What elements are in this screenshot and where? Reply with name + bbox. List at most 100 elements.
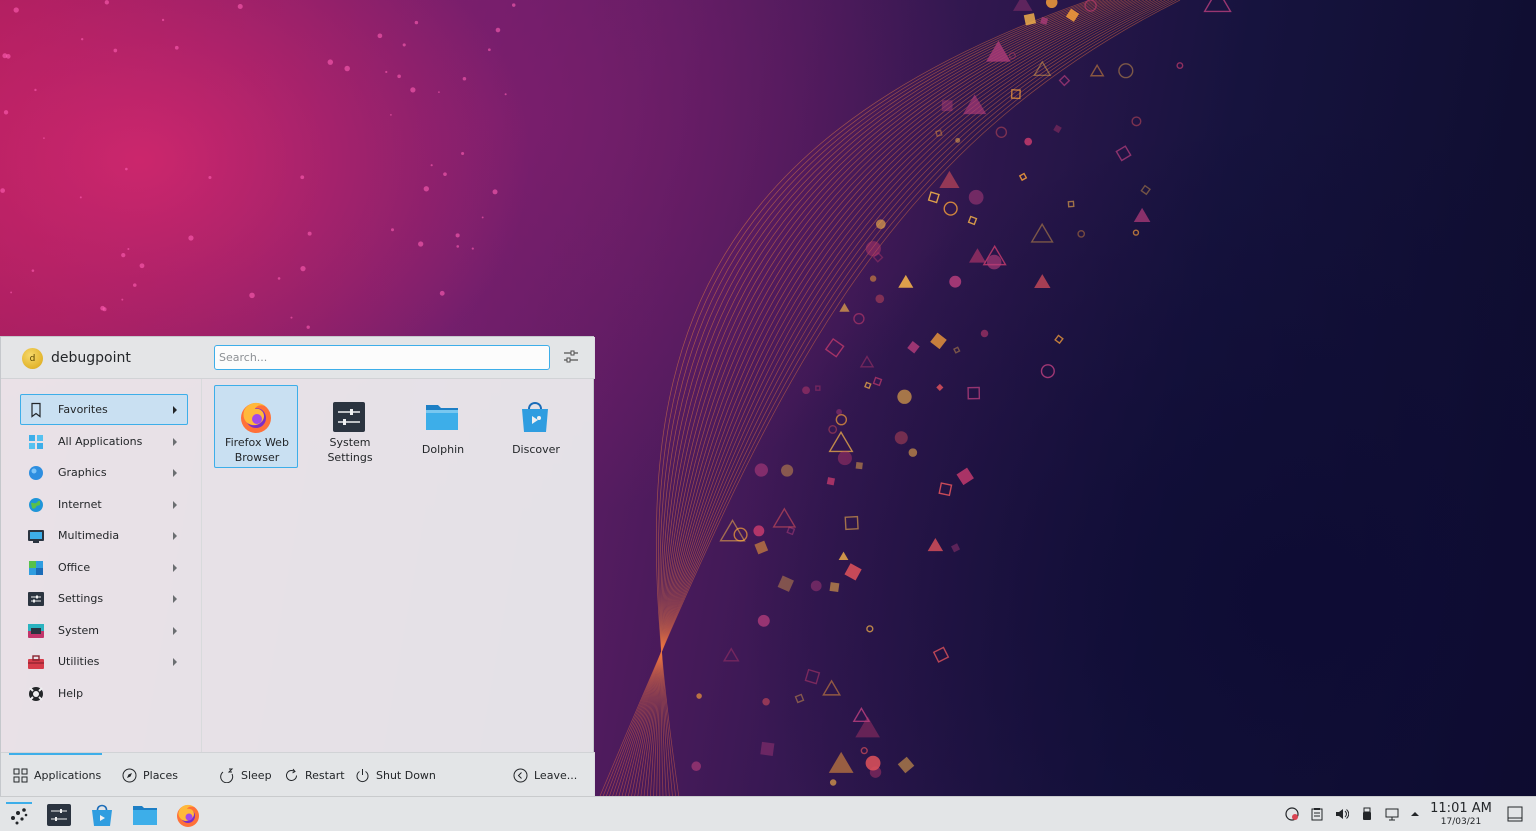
ribbon-shape <box>969 248 986 263</box>
shutdown-button[interactable]: Shut Down <box>355 767 436 784</box>
ribbon-shape <box>938 482 953 497</box>
expand-arrow-icon[interactable] <box>1408 807 1422 821</box>
office-icon <box>29 561 43 575</box>
category-internet[interactable]: Internet <box>20 489 188 520</box>
volume-icon[interactable] <box>1335 807 1349 821</box>
ribbon-line <box>656 0 1116 796</box>
category-label: Graphics <box>58 466 107 479</box>
ribbon-shape <box>936 383 944 391</box>
ribbon-shape <box>927 538 944 552</box>
system-icon <box>28 624 44 638</box>
category-settings[interactable]: Settings <box>20 583 188 614</box>
network-icon[interactable] <box>1385 807 1399 821</box>
restart-button[interactable]: Restart <box>284 767 345 784</box>
sparkle <box>306 325 310 329</box>
ribbon-shape <box>967 215 978 226</box>
ribbon-shape <box>866 625 874 633</box>
ribbon-shape <box>696 693 702 699</box>
category-all-applications[interactable]: All Applications <box>20 426 188 457</box>
category-label: All Applications <box>58 435 143 448</box>
launcher-button[interactable] <box>6 802 32 828</box>
category-graphics[interactable]: Graphics <box>20 457 188 488</box>
taskbar-dolphin[interactable] <box>132 802 158 828</box>
ribbon-shape <box>864 381 872 390</box>
configure-button[interactable] <box>562 348 580 366</box>
taskbar-firefox[interactable] <box>175 802 201 828</box>
avatar[interactable]: d <box>22 348 43 369</box>
ribbon-shape <box>1045 0 1058 9</box>
category-multimedia[interactable]: Multimedia <box>20 520 188 551</box>
ribbon-shape <box>1030 222 1054 243</box>
ribbon-shape <box>968 189 984 205</box>
tab-applications[interactable]: Applications <box>13 767 101 784</box>
ribbon-shape <box>844 563 862 581</box>
ribbon-line <box>624 0 1152 796</box>
discover-icon <box>522 402 548 432</box>
ribbon-line <box>605 0 1173 796</box>
sparkle <box>462 77 467 81</box>
ribbon-shape <box>930 332 947 350</box>
chevron-right-icon <box>173 469 177 477</box>
sparkle <box>174 45 179 50</box>
app-firefox[interactable]: Firefox Web Browser <box>214 385 298 468</box>
category-office[interactable]: Office <box>20 552 188 583</box>
ribbon-shape <box>804 668 821 685</box>
ribbon-shape <box>757 614 770 627</box>
chevron-right-icon <box>173 627 177 635</box>
clock-date[interactable]: 17/03/21 <box>1430 817 1492 827</box>
bookmark-icon <box>31 402 41 418</box>
ribbon-shape <box>839 302 850 312</box>
sparkle <box>512 3 516 7</box>
category-utilities[interactable]: Utilities <box>20 646 188 677</box>
update-icon[interactable] <box>1285 807 1299 821</box>
taskbar-system-settings[interactable] <box>46 802 72 828</box>
sleep-button[interactable]: Sleep <box>220 767 272 784</box>
chevron-right-icon <box>173 658 177 666</box>
ribbon-shape <box>829 582 840 593</box>
application-launcher: d debugpoint Favorites All Applications <box>0 336 595 797</box>
sparkle <box>79 196 82 199</box>
applications-grid-icon <box>13 768 28 783</box>
ribbon-shape <box>810 580 822 592</box>
app-dolphin[interactable]: Dolphin <box>400 385 484 468</box>
taskbar-discover[interactable] <box>89 802 115 828</box>
tab-places[interactable]: Places <box>122 767 178 784</box>
ribbon-shape <box>943 201 958 216</box>
ribbon-shape <box>829 779 837 786</box>
sparkle <box>439 290 445 296</box>
search-input[interactable] <box>214 345 550 370</box>
ribbon-shape <box>949 275 962 288</box>
sparkle <box>430 164 433 167</box>
graphics-icon <box>29 466 43 480</box>
app-system-settings[interactable]: System Settings <box>307 385 391 468</box>
leave-button[interactable]: Leave... <box>513 767 577 784</box>
firefox-icon <box>241 402 271 433</box>
category-favorites[interactable]: Favorites <box>20 394 188 425</box>
category-system[interactable]: System <box>20 615 188 646</box>
leave-icon <box>513 768 528 783</box>
show-desktop-icon[interactable] <box>1507 806 1523 822</box>
ribbon-shape <box>875 294 885 304</box>
ribbon-shape <box>838 551 849 560</box>
category-label: Multimedia <box>58 529 120 542</box>
sparkle <box>438 91 440 93</box>
chevron-right-icon <box>173 595 177 603</box>
ribbon-line <box>618 0 1159 796</box>
ribbon-shape <box>1013 0 1033 11</box>
sparkle <box>34 88 37 92</box>
system-settings-icon <box>47 804 71 826</box>
app-discover[interactable]: Discover <box>493 385 577 468</box>
sparkle <box>3 110 9 115</box>
usb-icon[interactable] <box>1360 807 1374 821</box>
clock-time[interactable]: 11:01 AM <box>1430 801 1492 816</box>
ribbon-shape <box>828 430 854 453</box>
ribbon-shape <box>897 756 915 774</box>
ribbon-shape <box>754 540 769 555</box>
ribbon-shape <box>894 431 908 445</box>
sparkle <box>121 253 126 258</box>
launcher-icon <box>6 802 32 825</box>
ribbon-shape <box>927 191 940 204</box>
sparkle <box>495 27 501 33</box>
category-help[interactable]: Help <box>20 678 188 709</box>
clipboard-icon[interactable] <box>1310 807 1324 821</box>
